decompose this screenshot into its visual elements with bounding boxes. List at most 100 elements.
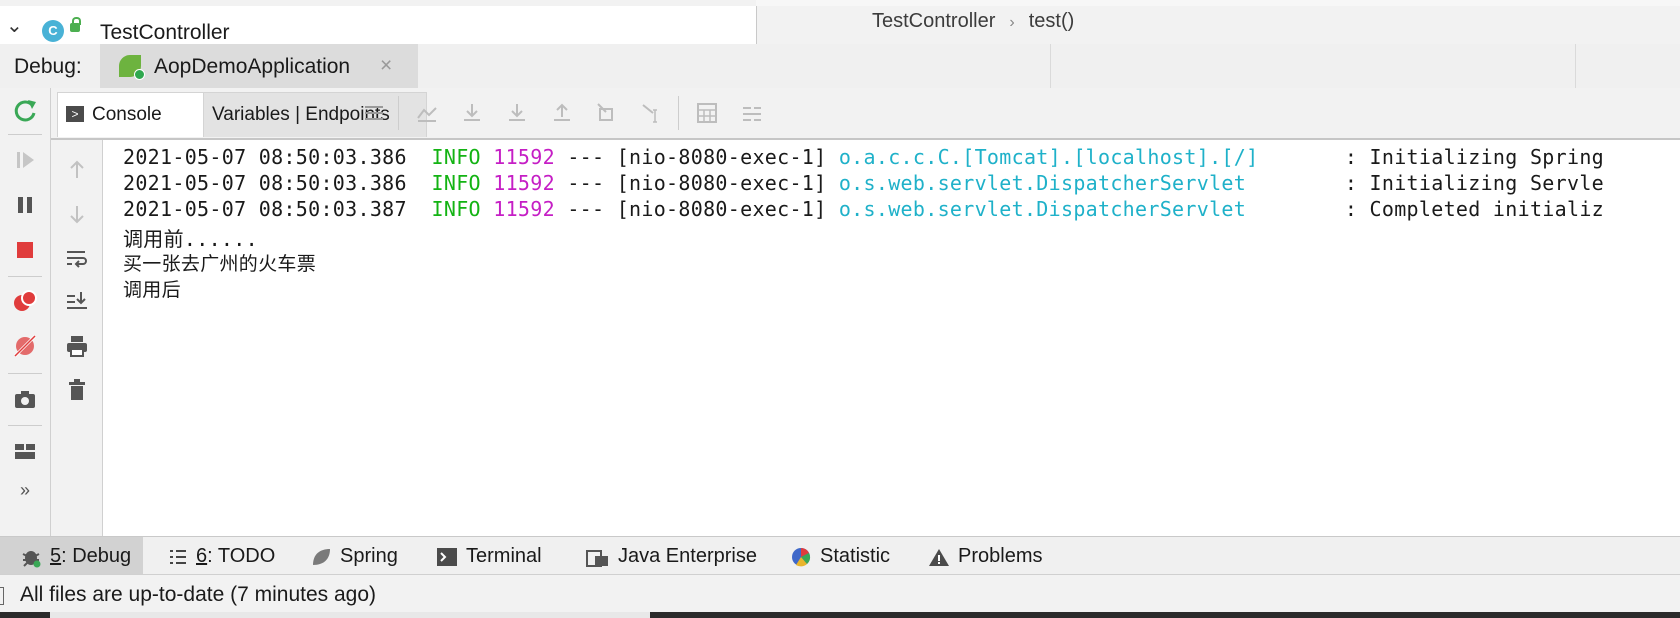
spring-leaf-icon — [313, 548, 330, 565]
log-message: : Initializing Spring — [1344, 145, 1605, 169]
tool-tab-label: Terminal — [466, 545, 542, 567]
close-icon[interactable]: × — [380, 54, 392, 78]
chevron-down-icon[interactable]: ⌄ — [6, 13, 23, 38]
log-pid: 11592 — [493, 145, 555, 169]
tool-tab-label: : Debug — [61, 545, 132, 567]
log-logger[interactable]: o.s.web.servlet.DispatcherServlet — [839, 197, 1246, 221]
breadcrumb-item-method[interactable]: test() — [1029, 10, 1075, 32]
output-line: 买一张去广州的火车票 — [123, 253, 317, 275]
step-out-icon[interactable] — [549, 100, 575, 126]
spring-boot-icon — [119, 55, 145, 80]
log-thread: [nio-8080-exec-1] — [616, 197, 827, 221]
log-message: : Completed initializ — [1344, 197, 1605, 221]
log-message: : Initializing Servle — [1344, 171, 1605, 195]
pause-icon[interactable] — [10, 190, 40, 220]
print-icon[interactable] — [63, 332, 91, 360]
evaluate-expression-icon[interactable] — [694, 100, 720, 126]
resume-icon[interactable] — [10, 145, 40, 175]
editor-edge — [756, 0, 1680, 6]
drop-frame-icon[interactable] — [594, 100, 620, 126]
log-pid: 11592 — [493, 197, 555, 221]
status-bar: All files are up-to-date (7 minutes ago) — [0, 574, 1680, 613]
breadcrumb-item-class[interactable]: TestController — [872, 10, 995, 32]
structure-tree-row[interactable]: ⌄ C TestController — [0, 6, 757, 44]
log-logger[interactable]: o.a.c.c.C.[Tomcat].[localhost].[/] — [839, 145, 1259, 169]
divider — [678, 96, 679, 130]
breadcrumb-separator: › — [1009, 14, 1015, 31]
log-level: INFO — [431, 171, 481, 195]
rerun-icon[interactable] — [10, 96, 40, 126]
tool-tab-statistic[interactable]: Statistic — [790, 537, 890, 575]
mute-breakpoints-icon[interactable] — [10, 331, 40, 361]
scroll-to-end-icon[interactable] — [63, 288, 91, 316]
console-icon: > — [66, 106, 84, 122]
menu-lines-icon[interactable] — [361, 100, 387, 126]
warning-icon — [929, 548, 949, 566]
camera-icon[interactable] — [10, 384, 40, 414]
log-timestamp: 2021-05-07 08:50:03.387 — [123, 197, 407, 221]
layout-icon[interactable] — [10, 436, 40, 466]
tool-tab-label: : TODO — [207, 545, 276, 567]
tool-tab-label: Problems — [958, 545, 1043, 567]
status-text[interactable]: All files are up-to-date (7 minutes ago) — [20, 583, 376, 607]
log-line: 2021-05-07 08:50:03.386 INFO 11592 --- [… — [123, 145, 1604, 169]
tool-tab-spring[interactable]: Spring — [310, 537, 398, 575]
step-over-icon[interactable] — [459, 100, 485, 126]
divider — [8, 276, 42, 277]
debug-header: Debug: AopDemoApplication × — [0, 44, 1680, 89]
tool-tab-problems[interactable]: Problems — [928, 537, 1042, 575]
breadcrumb: TestController › test() — [872, 10, 1074, 33]
log-thread: [nio-8080-exec-1] — [616, 171, 827, 195]
console-output[interactable]: 2021-05-07 08:50:03.386 INFO 11592 --- [… — [103, 140, 1680, 536]
soft-wrap-icon[interactable] — [63, 244, 91, 272]
class-icon: C — [42, 20, 64, 42]
statistic-icon — [792, 547, 811, 567]
tab-console[interactable]: > Console — [57, 92, 204, 137]
more-icon[interactable]: » — [10, 480, 40, 510]
log-line: 2021-05-07 08:50:03.387 INFO 11592 --- [… — [123, 197, 1604, 221]
show-execution-point-icon[interactable] — [414, 100, 440, 126]
log-level: INFO — [431, 197, 481, 221]
log-pid: 11592 — [493, 171, 555, 195]
class-name: TestController — [100, 21, 230, 44]
taskbar-light — [50, 612, 650, 618]
up-arrow-icon[interactable] — [63, 156, 91, 184]
log-separator: --- — [567, 145, 605, 169]
tool-tab-number: 6 — [196, 545, 208, 567]
tool-tab-debug[interactable]: 5: Debug — [0, 537, 144, 575]
divider — [398, 96, 399, 130]
taskbar-edge — [0, 612, 1680, 618]
step-into-icon[interactable] — [504, 100, 530, 126]
lock-icon — [70, 17, 81, 32]
trace-stream-icon[interactable] — [739, 100, 765, 126]
divider — [8, 134, 42, 135]
log-timestamp: 2021-05-07 08:50:03.386 — [123, 171, 407, 195]
status-indicator[interactable] — [0, 587, 4, 605]
trash-icon[interactable] — [63, 376, 91, 404]
down-arrow-icon[interactable] — [63, 200, 91, 228]
debug-left-toolbar: » — [0, 88, 51, 536]
log-separator: --- — [567, 171, 605, 195]
divider — [8, 373, 42, 374]
java-enterprise-icon — [586, 549, 608, 567]
tool-tab-terminal[interactable]: Terminal — [436, 537, 542, 575]
tool-tab-todo[interactable]: 6: TODO — [168, 537, 275, 575]
stop-icon[interactable] — [10, 235, 40, 265]
tab-variables-endpoints[interactable]: Variables | Endpoints — [203, 92, 427, 137]
view-breakpoints-icon[interactable] — [10, 286, 40, 316]
run-config-tab[interactable]: AopDemoApplication × — [100, 44, 418, 88]
run-to-cursor-icon[interactable] — [639, 100, 665, 126]
tool-tab-label: Java Enterprise — [618, 545, 757, 567]
divider — [8, 425, 42, 426]
log-logger[interactable]: o.s.web.servlet.DispatcherServlet — [839, 171, 1246, 195]
run-config-label: AopDemoApplication — [154, 55, 351, 78]
debug-title: Debug: — [14, 55, 82, 78]
output-line: 调用后 — [123, 279, 181, 301]
output-line: 调用前...... — [123, 227, 258, 251]
tool-tab-java-enterprise[interactable]: Java Enterprise — [586, 537, 757, 575]
tool-tab-label: Statistic — [820, 545, 891, 567]
log-line: 2021-05-07 08:50:03.386 INFO 11592 --- [… — [123, 171, 1604, 195]
log-separator: --- — [567, 197, 605, 221]
console-side-toolbar — [51, 140, 103, 536]
bug-icon — [22, 550, 41, 568]
